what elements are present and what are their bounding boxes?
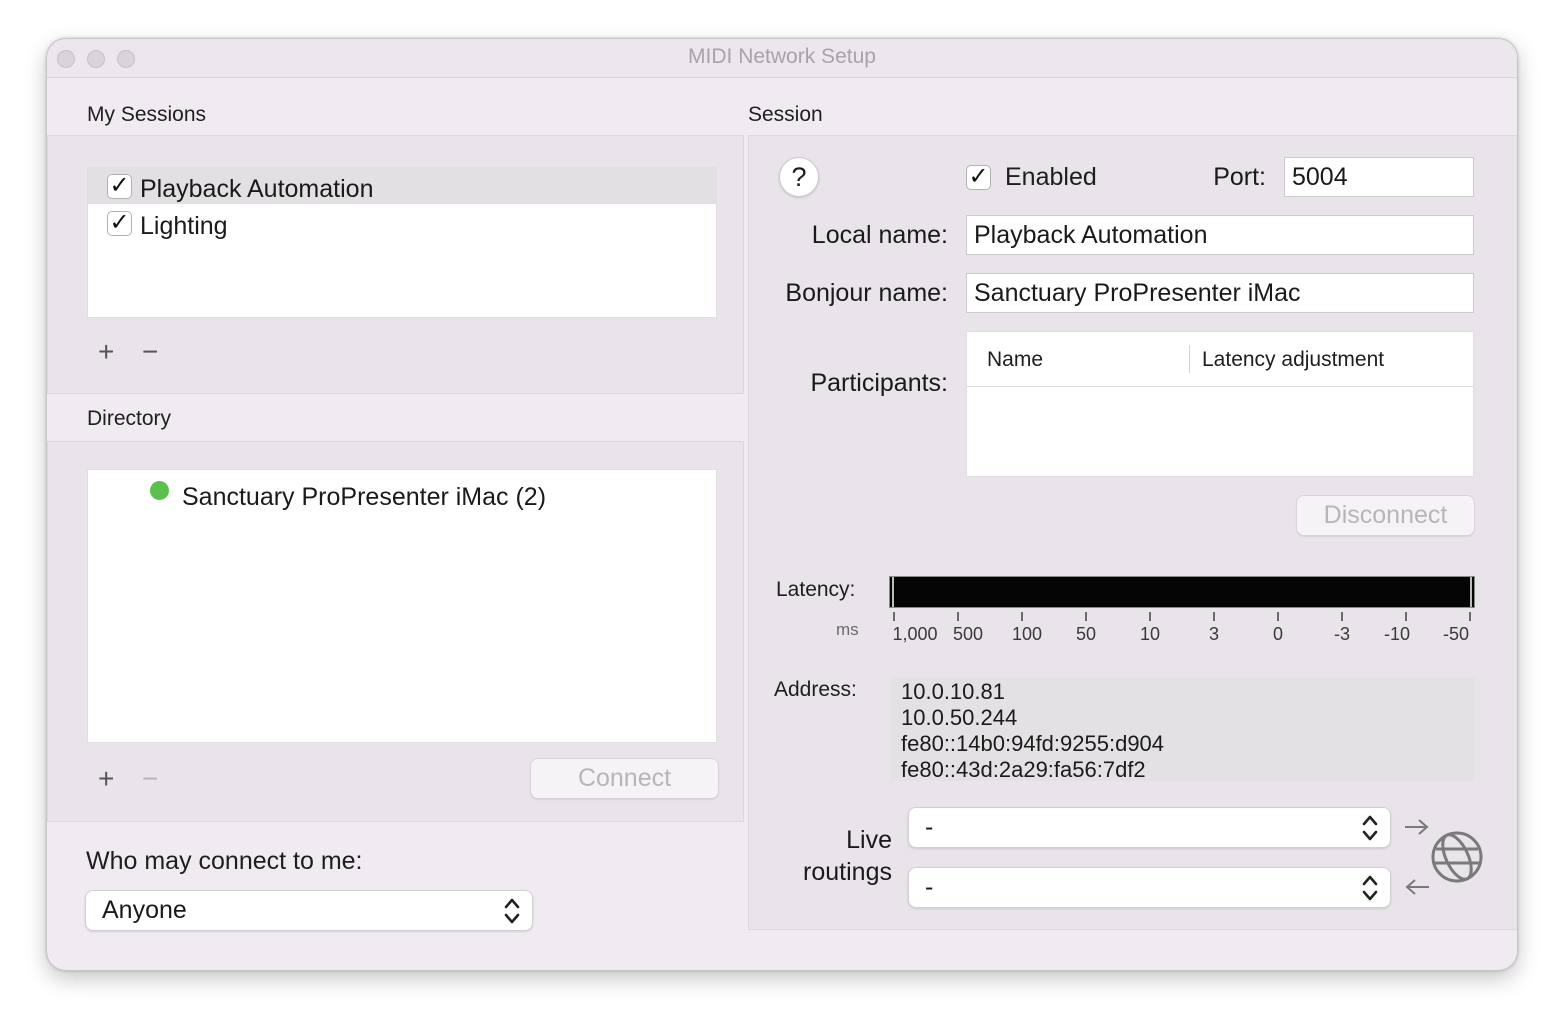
routing-out-select[interactable]: - (908, 807, 1391, 848)
globe-network-icon (1431, 831, 1483, 883)
routing-in-value: - (925, 873, 934, 901)
session-label: Playback Automation (140, 175, 374, 203)
who-may-connect-value: Anyone (102, 896, 187, 924)
window-title: MIDI Network Setup (688, 45, 876, 68)
midi-network-setup-window: MIDI Network Setup My Sessions ✓ Playbac… (46, 38, 1518, 971)
latency-tick-label: 50 (1075, 624, 1097, 644)
up-down-chevron-icon (1362, 815, 1378, 841)
address-line: 10.0.10.81 (901, 679, 1005, 704)
session-panel: ? ✓ Enabled Port: 5004 Local name: Playb… (748, 135, 1517, 930)
latency-tick-label: 3 (1208, 624, 1220, 644)
address-label: Address: (774, 678, 857, 701)
latency-tick (1341, 612, 1343, 621)
port-label: Port: (1213, 163, 1266, 191)
up-down-chevron-icon (504, 898, 520, 924)
participants-header: Name Latency adjustment (967, 332, 1473, 387)
latency-tick-label: -3 (1333, 624, 1351, 644)
latency-tick (1213, 612, 1215, 621)
my-sessions-panel: ✓ Playback Automation ✓ Lighting + − (47, 135, 744, 394)
session-row-lighting[interactable]: ✓ Lighting (88, 206, 716, 242)
bonjour-name-field[interactable]: Sanctuary ProPresenter iMac (966, 273, 1474, 313)
live-routings-label: Live (846, 826, 892, 854)
directory-item-label: Sanctuary ProPresenter iMac (2) (182, 483, 547, 511)
routing-out-value: - (925, 813, 934, 841)
port-field[interactable]: 5004 (1284, 157, 1474, 197)
latency-meter (889, 576, 1475, 608)
session-enabled-checkbox[interactable]: ✓ (107, 211, 132, 236)
who-may-connect-select[interactable]: Anyone (85, 890, 533, 931)
bonjour-name-label: Bonjour name: (785, 279, 948, 307)
help-button[interactable]: ? (779, 157, 819, 197)
column-divider (1189, 345, 1190, 373)
latency-tick-label: 100 (1011, 624, 1043, 644)
who-may-connect-label: Who may connect to me: (86, 847, 363, 875)
arrow-left-icon (1405, 879, 1429, 895)
session-enabled-checkbox[interactable]: ✓ (107, 174, 132, 199)
directory-row[interactable]: Sanctuary ProPresenter iMac (2) (88, 478, 716, 518)
latency-tick-label: 10 (1139, 624, 1161, 644)
session-row-playback-automation[interactable]: ✓ Playback Automation (88, 168, 716, 204)
latency-tick (1405, 612, 1407, 621)
directory-heading: Directory (87, 407, 172, 430)
latency-tick (893, 612, 895, 621)
latency-meter-left-edge (892, 577, 894, 607)
latency-tick (957, 612, 959, 621)
latency-tick (1085, 612, 1087, 621)
directory-panel: Sanctuary ProPresenter iMac (2) + − Conn… (47, 441, 744, 822)
address-list: 10.0.10.81 10.0.50.244 fe80::14b0:94fd:9… (890, 677, 1475, 782)
remove-directory-button[interactable]: − (142, 765, 158, 793)
latency-tick-label: 1,000 (892, 624, 938, 644)
live-routings-label: routings (803, 858, 892, 886)
participants-table[interactable]: Name Latency adjustment (966, 331, 1474, 477)
routing-in-select[interactable]: - (908, 867, 1391, 908)
latency-tick (1277, 612, 1279, 621)
latency-tick (1149, 612, 1151, 621)
add-session-button[interactable]: + (98, 338, 114, 366)
enabled-label: Enabled (1005, 163, 1097, 191)
session-label: Lighting (140, 212, 228, 240)
latency-tick-label: -50 (1442, 624, 1470, 644)
latency-tick (1469, 612, 1471, 621)
latency-meter-right-edge (1470, 577, 1472, 607)
online-status-icon (150, 481, 169, 500)
sessions-list[interactable]: ✓ Playback Automation ✓ Lighting (87, 167, 717, 318)
participants-label: Participants: (810, 369, 948, 397)
local-name-label: Local name: (811, 221, 948, 249)
enabled-checkbox[interactable]: ✓ (966, 165, 991, 190)
remove-session-button[interactable]: − (142, 338, 158, 366)
column-header-name[interactable]: Name (987, 348, 1043, 372)
address-line: fe80::14b0:94fd:9255:d904 (901, 731, 1165, 756)
address-line: fe80::43d:2a29:fa56:7df2 (901, 757, 1146, 782)
column-header-latency[interactable]: Latency adjustment (1202, 348, 1384, 372)
up-down-chevron-icon (1362, 875, 1378, 901)
session-heading: Session (748, 103, 823, 126)
connect-button[interactable]: Connect (530, 758, 719, 799)
latency-tick-label: 0 (1272, 624, 1284, 644)
directory-list[interactable]: Sanctuary ProPresenter iMac (2) (87, 469, 717, 743)
arrow-right-icon (1405, 819, 1429, 835)
local-name-field[interactable]: Playback Automation (966, 215, 1474, 255)
address-line: 10.0.50.244 (901, 705, 1018, 730)
latency-tick (1021, 612, 1023, 621)
title-bar: MIDI Network Setup (47, 39, 1517, 78)
disconnect-button[interactable]: Disconnect (1296, 495, 1475, 536)
add-directory-button[interactable]: + (98, 765, 114, 793)
latency-tick-label: 500 (952, 624, 984, 644)
my-sessions-heading: My Sessions (87, 103, 207, 126)
latency-tick-label: -10 (1383, 624, 1411, 644)
latency-unit: ms (836, 620, 859, 639)
latency-label: Latency: (776, 578, 856, 601)
